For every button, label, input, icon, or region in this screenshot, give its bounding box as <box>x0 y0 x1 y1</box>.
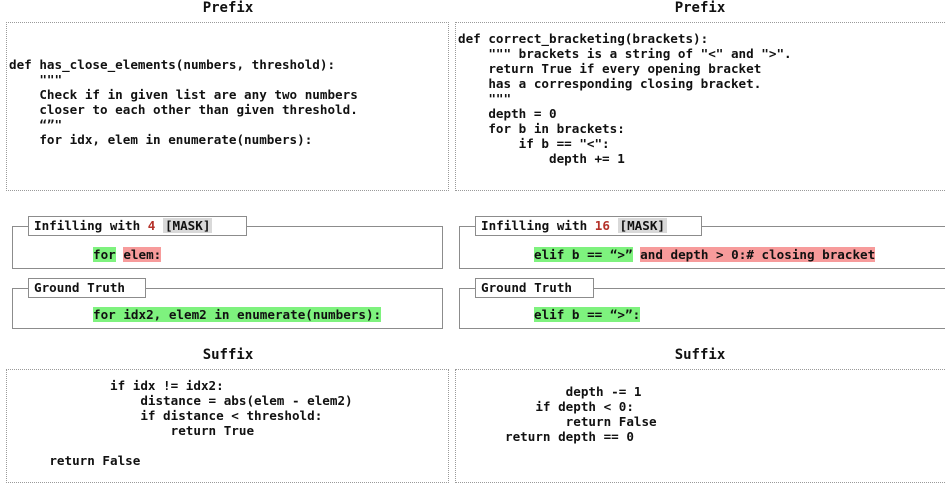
right-infill-frame-top-right <box>702 226 945 227</box>
left-infill-tag: Infilling with 4 [MASK] <box>28 216 247 236</box>
left-infill-token-2: elem: <box>123 247 162 262</box>
right-infill-green: elif b == “>” <box>534 247 633 262</box>
left-suffix-heading: Suffix <box>202 347 254 363</box>
left-infill-label: Infilling with <box>34 218 141 233</box>
right-infill-line: elif b == “>” and depth > 0:# closing br… <box>534 247 876 263</box>
right-infill-label: Infilling with <box>481 218 588 233</box>
right-infill-frame-top-left <box>459 226 475 227</box>
left-infill-count: 4 <box>147 218 156 233</box>
right-gt-frame-top-right <box>594 288 945 289</box>
right-prefix-code: def correct_bracketing(brackets): """ br… <box>458 31 792 166</box>
right-gt-tag: Ground Truth <box>475 278 594 298</box>
right-infill-count: 16 <box>594 218 610 233</box>
left-suffix-box: if idx != idx2: distance = abs(elem - el… <box>6 369 449 483</box>
right-gt-text: elif b == “>”: <box>534 307 641 322</box>
left-gt-tag: Ground Truth <box>28 278 146 298</box>
left-gt-line: for idx2, elem2 in enumerate(numbers): <box>93 307 382 323</box>
right-prefix-heading: Prefix <box>674 0 726 16</box>
right-suffix-heading: Suffix <box>674 347 726 363</box>
left-infill-token-0: for <box>93 247 116 262</box>
right-infill-red: and depth > 0:# closing bracket <box>640 247 876 262</box>
left-suffix-code: if idx != idx2: distance = abs(elem - el… <box>49 378 353 468</box>
right-infill-tag: Infilling with 16 [MASK] <box>475 216 702 236</box>
left-prefix-code: def has_close_elements(numbers, threshol… <box>9 57 358 147</box>
left-mask-label: [MASK] <box>162 218 213 233</box>
left-infill-frame-top-left <box>12 226 28 227</box>
right-prefix-box: def correct_bracketing(brackets): """ br… <box>455 22 945 191</box>
left-infill-line: for elem: <box>93 247 162 263</box>
left-prefix-heading: Prefix <box>202 0 254 16</box>
left-gt-text: for idx2, elem2 in enumerate(numbers): <box>93 307 382 322</box>
left-gt-frame-top-left <box>12 288 28 289</box>
right-suffix-box: depth -= 1 if depth < 0: return False re… <box>455 369 945 483</box>
right-gt-line: elif b == “>”: <box>534 307 641 323</box>
left-infill-frame-top-right <box>247 226 443 227</box>
left-gt-frame-top-right <box>146 288 443 289</box>
left-prefix-box: def has_close_elements(numbers, threshol… <box>6 22 449 191</box>
right-mask-label: [MASK] <box>617 218 668 233</box>
right-gt-frame-top-left <box>459 288 475 289</box>
right-suffix-code: depth -= 1 if depth < 0: return False re… <box>505 384 657 444</box>
